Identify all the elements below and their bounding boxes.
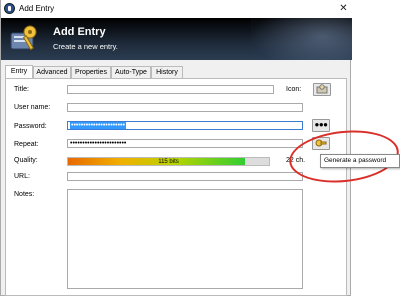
tab-advanced[interactable]: Advanced (33, 66, 71, 78)
password-label: Password: (14, 123, 47, 130)
notes-label: Notes: (14, 191, 35, 198)
tab-auto-type[interactable]: Auto-Type (111, 66, 151, 78)
quality-bar: 115 bits (67, 157, 270, 166)
icon-picker-button[interactable] (313, 83, 331, 96)
repeat-label: Repeat: (14, 141, 39, 148)
entry-panel: Title: Icon: User name: Password: ••••••… (5, 78, 347, 296)
window-title: Add Entry (19, 4, 55, 13)
generate-password-tooltip: Generate a password (320, 154, 400, 168)
icon-label: Icon: (286, 86, 302, 93)
quality-label: Quality: (14, 157, 38, 164)
notes-textarea[interactable] (67, 189, 303, 289)
repeat-input[interactable]: ••••••••••••••••••••••• (67, 139, 303, 148)
banner-decoration (251, 18, 352, 60)
password-value: •••••••••••••••••••••• (70, 122, 126, 129)
tab-history[interactable]: History (151, 66, 183, 78)
username-label: User name: (14, 104, 51, 111)
entry-icon (316, 84, 328, 94)
tab-entry[interactable]: Entry (5, 65, 33, 78)
url-input[interactable] (67, 172, 303, 181)
url-label: URL: (14, 173, 30, 180)
quality-bits: 115 bits (158, 159, 179, 165)
password-input[interactable]: •••••••••••••••••••••• (67, 121, 303, 130)
title-input[interactable] (67, 85, 274, 94)
app-keepass-icon (4, 3, 15, 14)
key-icon (10, 25, 37, 51)
username-input[interactable] (67, 103, 303, 112)
show-password-button[interactable]: ●●● (312, 119, 330, 132)
banner-subtitle: Create a new entry. (53, 42, 118, 51)
tab-properties[interactable]: Properties (71, 66, 111, 78)
title-label: Title: (14, 86, 29, 93)
close-button[interactable]: ✕ (337, 2, 350, 15)
header-banner: Add Entry Create a new entry. (1, 18, 352, 60)
banner-title: Add Entry (53, 26, 106, 38)
title-bar: Add Entry ✕ (1, 0, 352, 18)
